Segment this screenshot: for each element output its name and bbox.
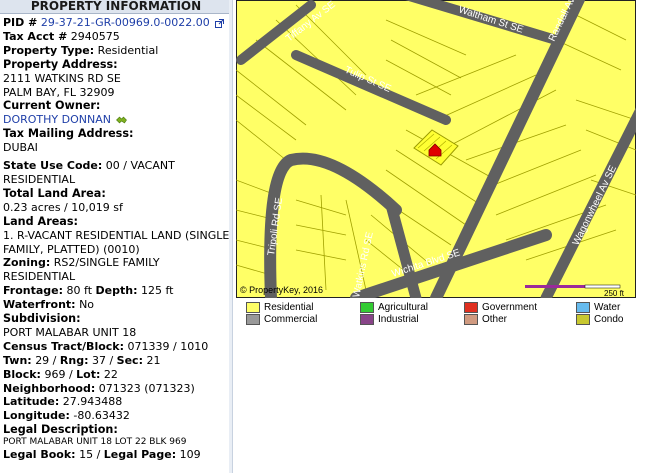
legal-desc-value: PORT MALABAR UNIT 18 LOT 22 BLK 969 xyxy=(3,437,187,448)
owner-label: Current Owner: xyxy=(3,99,101,113)
pid-label: PID # xyxy=(3,16,38,29)
legend-government: Government xyxy=(464,302,537,314)
tax-acct-value: 2940575 xyxy=(70,29,120,43)
total-land-value: 0.23 acres / 10,019 sf xyxy=(3,200,123,214)
waterfront-label: Waterfront: xyxy=(3,298,76,312)
panel-title: PROPERTY INFORMATION xyxy=(0,0,232,14)
mailing-value: DUBAI xyxy=(3,141,38,155)
twn-label: Twn: xyxy=(3,353,32,367)
waterfront-value: No xyxy=(79,298,95,312)
property-details: PID # 29-37-21-GR-00969.0-0022.00 Tax Ac… xyxy=(0,14,232,462)
legend-other: Other xyxy=(464,314,507,326)
external-link-icon[interactable] xyxy=(215,18,225,28)
twn-value: 29 xyxy=(35,353,50,367)
census-label: Census Tract/Block: xyxy=(3,339,125,353)
lot-label: Lot: xyxy=(76,367,101,381)
neighborhood-value: 071323 (071323) xyxy=(98,381,195,395)
tax-acct-label: Tax Acct # xyxy=(3,29,68,43)
land-areas-line1: 1. R-VACANT RESIDENTIAL LAND (SINGLE xyxy=(3,228,230,242)
longitude-row: Longitude: -80.63432 xyxy=(3,409,232,423)
census-row: Census Tract/Block: 071339 / 1010 xyxy=(3,340,232,354)
lot-value: 22 xyxy=(103,367,118,381)
depth-label: Depth: xyxy=(95,284,138,298)
subdivision-label: Subdivision: xyxy=(3,312,81,326)
zoning-row: Zoning: RS2/SINGLE FAMILY xyxy=(3,256,232,270)
legal-book-label: Legal Book: xyxy=(3,448,76,462)
owner-link[interactable]: DOROTHY DONNAN xyxy=(3,113,111,126)
legal-page-label: Legal Page: xyxy=(103,448,177,462)
total-land-label: Total Land Area: xyxy=(3,186,106,200)
legal-book-value: 15 xyxy=(79,448,94,462)
legal-desc-label: Legal Description: xyxy=(3,423,118,437)
scale-label: 250 ft xyxy=(604,289,625,298)
zoning-value2: RESIDENTIAL xyxy=(3,270,76,284)
legend-industrial: Industrial xyxy=(360,314,419,326)
legend-swatch xyxy=(576,314,590,325)
legend-swatch xyxy=(464,314,478,325)
panel-scrollbar[interactable] xyxy=(229,0,232,473)
property-info-panel: PROPERTY INFORMATION PID # 29-37-21-GR-0… xyxy=(0,0,233,473)
land-use-legend: Residential Agricultural Government Wate… xyxy=(246,302,636,328)
neighborhood-row: Neighborhood: 071323 (071323) xyxy=(3,382,232,396)
tax-acct-row: Tax Acct # 2940575 xyxy=(3,30,232,44)
legend-agricultural: Agricultural xyxy=(360,302,428,314)
address-line1: 2111 WATKINS RD SE xyxy=(3,71,121,85)
latitude-value: 27.943488 xyxy=(62,395,123,409)
address-line2: PALM BAY, FL 32909 xyxy=(3,85,115,99)
frontage-label: Frontage: xyxy=(3,284,64,298)
latitude-label: Latitude: xyxy=(3,395,60,409)
pid-link[interactable]: 29-37-21-GR-00969.0-0022.00 xyxy=(41,16,210,29)
latitude-row: Latitude: 27.943488 xyxy=(3,395,232,409)
block-label: Block: xyxy=(3,367,41,381)
frontage-value: 80 ft xyxy=(66,284,93,298)
zoning-value: RS2/SINGLE FAMILY xyxy=(53,256,160,270)
legend-water: Water xyxy=(576,302,620,314)
legend-commercial: Commercial xyxy=(246,314,317,326)
handshake-icon[interactable] xyxy=(116,116,128,125)
legend-condo: Condo xyxy=(576,314,623,326)
address-label: Property Address: xyxy=(3,57,118,71)
neighborhood-label: Neighborhood: xyxy=(3,381,96,395)
land-areas-label: Land Areas: xyxy=(3,214,78,228)
zoning-label: Zoning: xyxy=(3,256,51,270)
legend-swatch xyxy=(360,314,374,325)
state-use-row: State Use Code: 00 / VACANT xyxy=(3,159,232,173)
parcel-map[interactable]: Tiffany Av SE Waltham St SE Randall Av S… xyxy=(236,0,636,298)
frontage-row: Frontage: 80 ft Depth: 125 ft xyxy=(3,284,232,298)
property-type-row: Property Type: Residential xyxy=(3,44,232,58)
legend-swatch xyxy=(246,302,260,313)
state-use-label: State Use Code: xyxy=(3,159,103,173)
legend-residential: Residential xyxy=(246,302,313,314)
sec-label: Sec: xyxy=(116,353,143,367)
legal-page-value: 109 xyxy=(179,448,201,462)
state-use-value2: RESIDENTIAL xyxy=(3,172,76,186)
land-areas-line2: FAMILY, PLATTED) (0010) xyxy=(3,242,140,256)
longitude-label: Longitude: xyxy=(3,409,70,423)
subdivision-value: PORT MALABAR UNIT 18 xyxy=(3,325,137,339)
owner-row: DOROTHY DONNAN xyxy=(3,113,232,127)
legend-swatch xyxy=(246,314,260,325)
property-type-value: Residential xyxy=(97,43,159,57)
pid-row: PID # 29-37-21-GR-00969.0-0022.00 xyxy=(3,16,232,30)
legend-swatch xyxy=(464,302,478,313)
property-type-label: Property Type: xyxy=(3,43,95,57)
mailing-label: Tax Mailing Address: xyxy=(3,127,134,141)
rng-value: 37 xyxy=(91,353,106,367)
twn-rng-sec-row: Twn: 29 / Rng: 37 / Sec: 21 xyxy=(3,353,161,367)
state-use-value: 00 / VACANT xyxy=(105,159,175,173)
map-copyright: © PropertyKey, 2016 xyxy=(240,285,323,295)
legal-book-row: Legal Book: 15 / Legal Page: 109 xyxy=(3,448,201,462)
waterfront-row: Waterfront: No xyxy=(3,298,232,312)
block-lot-row: Block: 969 / Lot: 22 xyxy=(3,367,118,381)
longitude-value: -80.63432 xyxy=(73,409,130,423)
rng-label: Rng: xyxy=(59,353,89,367)
depth-value: 125 ft xyxy=(141,284,174,298)
legend-swatch xyxy=(576,302,590,313)
block-value: 969 xyxy=(44,367,66,381)
legend-swatch xyxy=(360,302,374,313)
map-canvas[interactable]: Tiffany Av SE Waltham St SE Randall Av S… xyxy=(236,0,636,298)
census-value: 071339 / 1010 xyxy=(127,339,209,353)
sec-value: 21 xyxy=(146,353,161,367)
